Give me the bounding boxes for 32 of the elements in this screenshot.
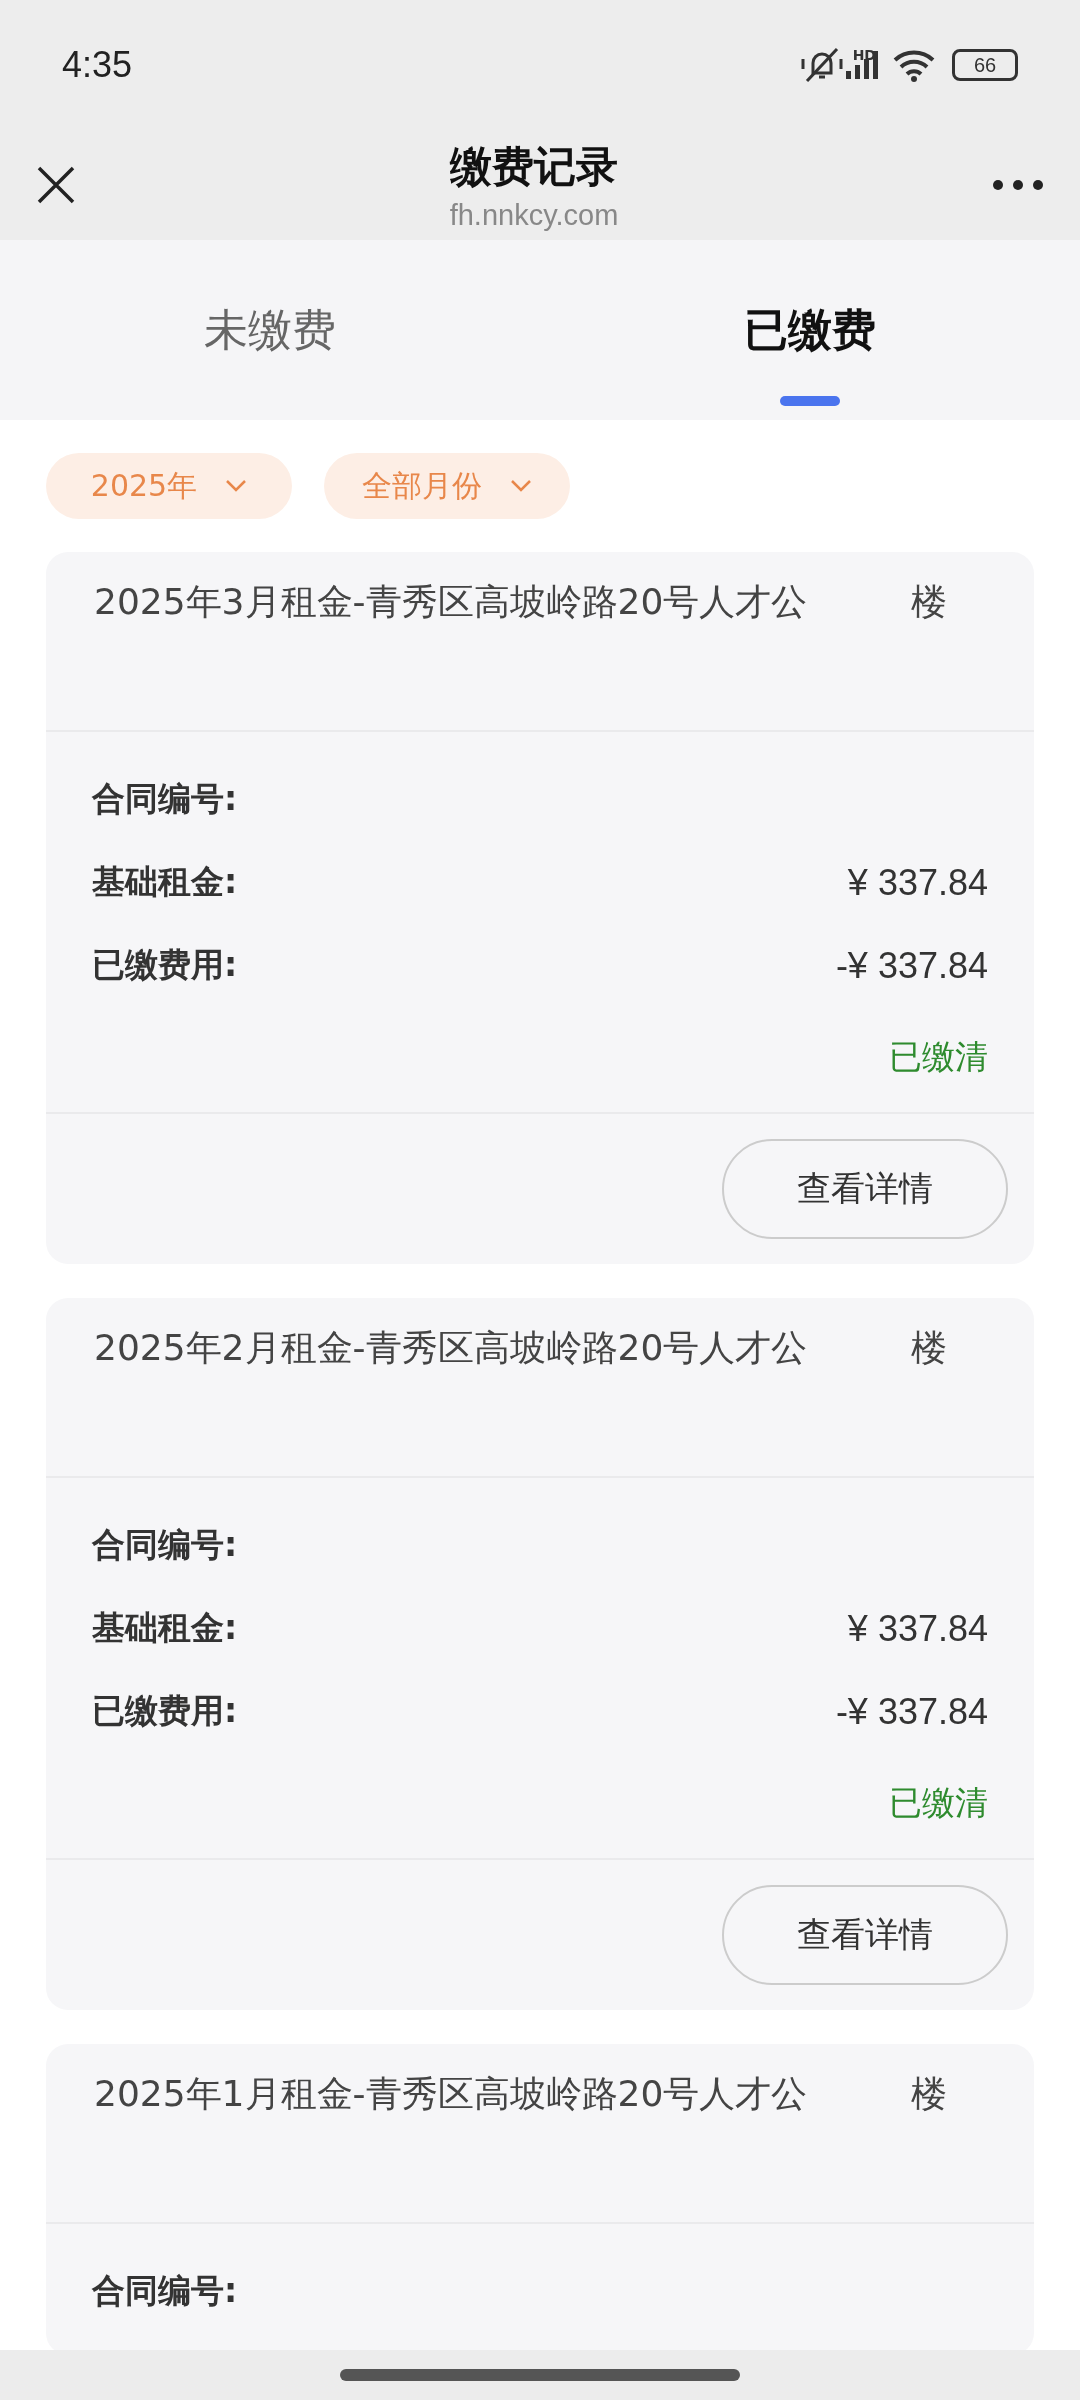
- details-button[interactable]: 查看详情: [722, 1885, 1008, 1985]
- details-button[interactable]: 查看详情: [722, 1139, 1008, 1239]
- battery-level: 66: [973, 53, 997, 77]
- field-label: 已缴费用:: [92, 1690, 238, 1732]
- status-time: 4:35: [62, 44, 133, 86]
- caret-icon: [225, 479, 248, 493]
- payment-status: 已缴清: [888, 1036, 988, 1078]
- page-url: fh.nnkcy.com: [449, 198, 619, 232]
- field-label: 基础租金:: [92, 1607, 238, 1649]
- field-label: 已缴费用:: [92, 944, 238, 986]
- record-title: 2025年1月租金-青秀区高坡岭路20号人才公: [94, 2072, 808, 2116]
- record-title: 楼: [911, 2072, 948, 2116]
- record-title: 2025年3月租金-青秀区高坡岭路20号人才公: [94, 580, 808, 624]
- close-icon[interactable]: [36, 165, 76, 205]
- field-value: ¥ 337.84: [847, 1607, 988, 1650]
- tab[interactable]: 已缴费: [540, 240, 1080, 420]
- field-label: 合同编号:: [92, 1524, 238, 1566]
- record-title: 2025年2月租金-青秀区高坡岭路20号人才公: [94, 1326, 808, 1370]
- caret-icon: [510, 479, 532, 493]
- wifi-icon: [892, 48, 936, 82]
- field-value: ¥ 337.84: [847, 861, 988, 904]
- record-title: 楼: [911, 580, 948, 624]
- page-title: 缴费记录: [449, 140, 619, 193]
- record-title: 楼: [911, 1326, 948, 1370]
- tab[interactable]: 未缴费: [0, 240, 540, 420]
- field-value: -¥ 337.84: [835, 1690, 988, 1733]
- field-label: 基础租金:: [92, 861, 238, 903]
- field-label: 合同编号:: [92, 2270, 238, 2312]
- field-label: 合同编号:: [92, 778, 238, 820]
- more-icon[interactable]: [992, 179, 1044, 191]
- payment-status: 已缴清: [888, 1782, 988, 1824]
- field-value: -¥ 337.84: [835, 944, 988, 987]
